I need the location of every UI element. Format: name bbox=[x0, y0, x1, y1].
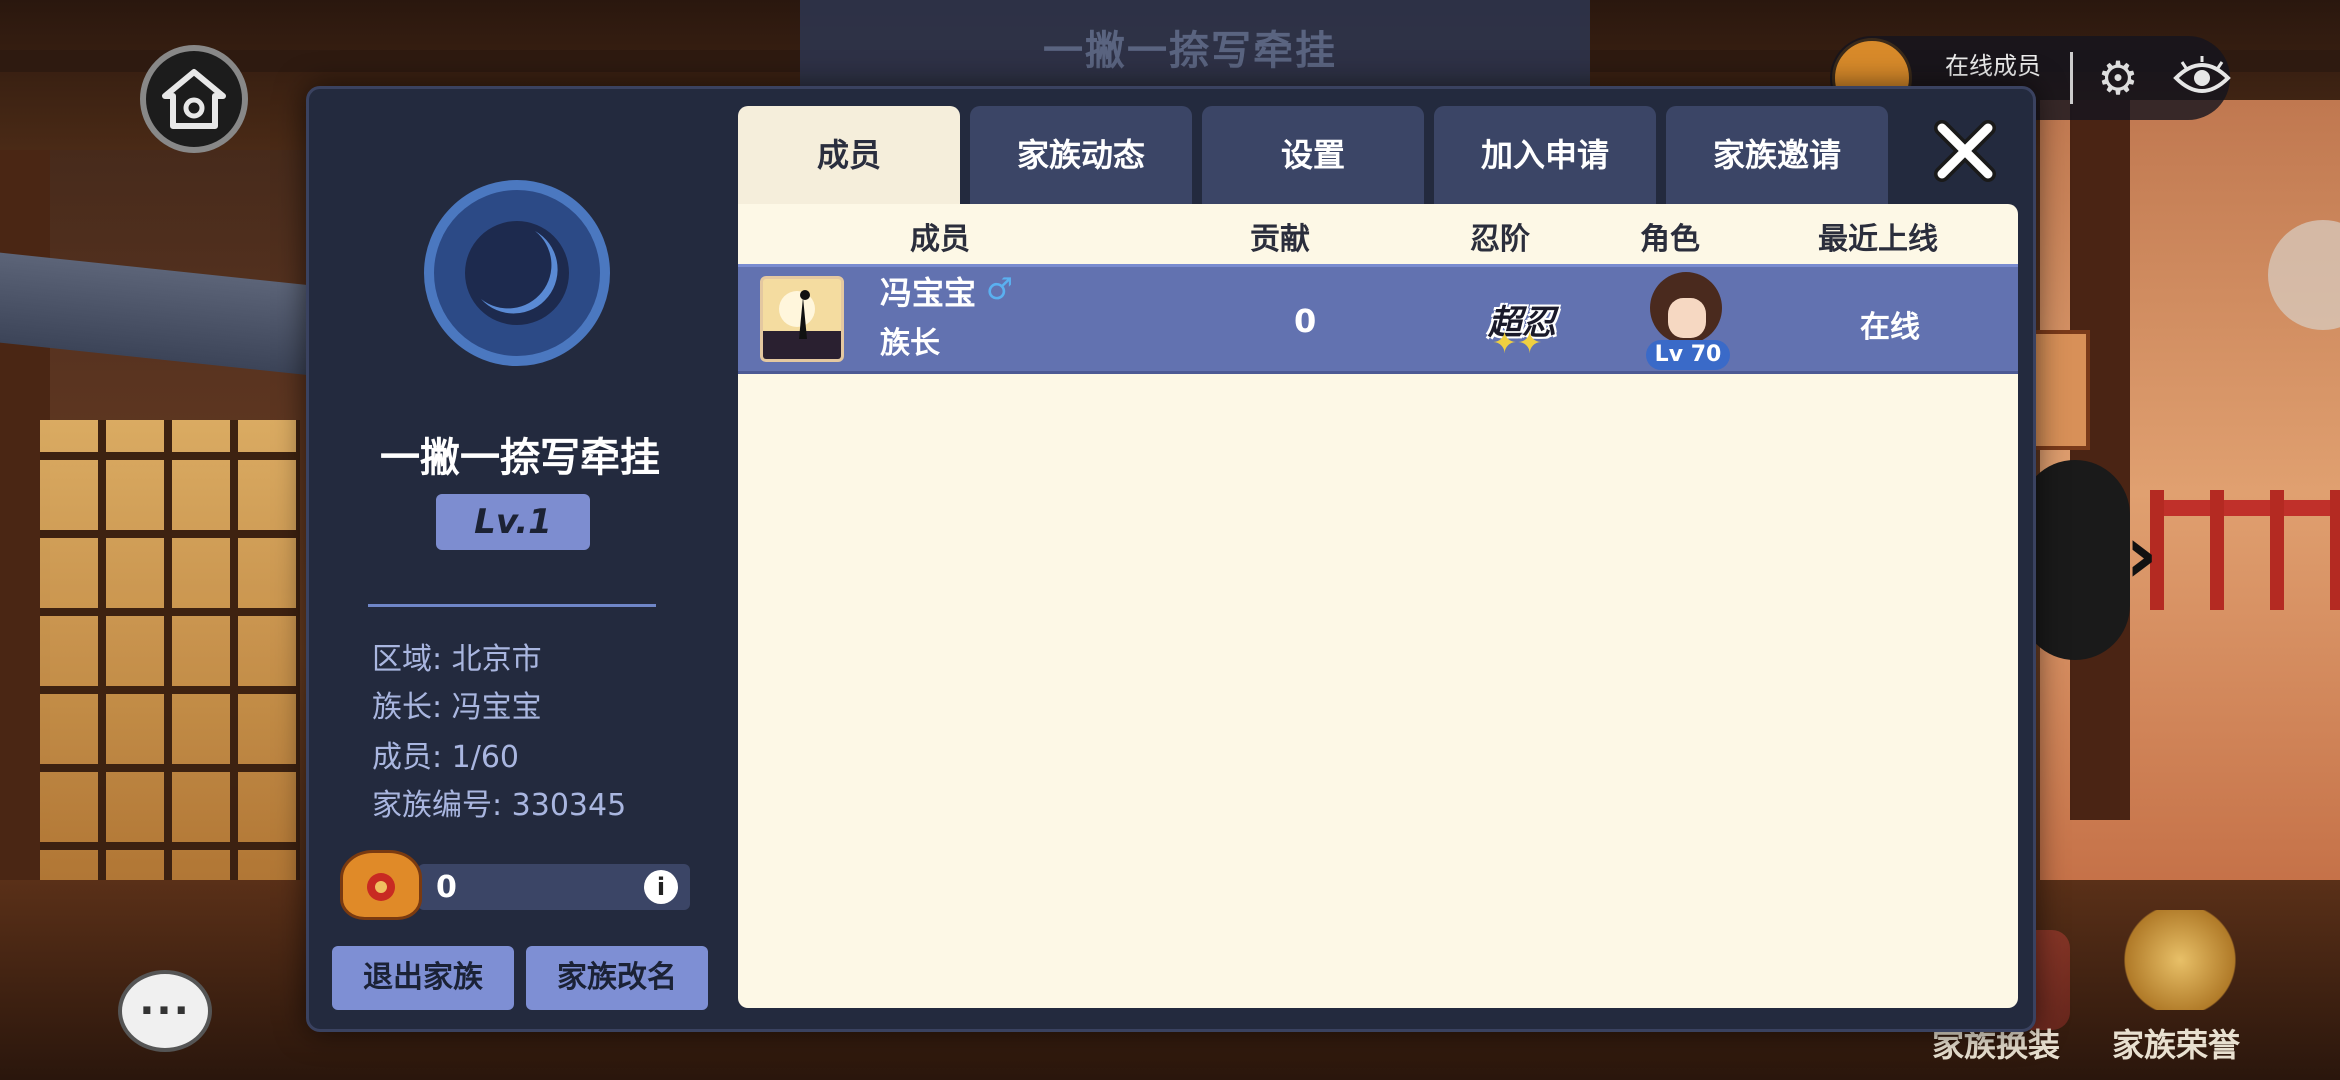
arrow-right-icon[interactable]: › bbox=[2125, 515, 2175, 595]
money-bag-icon bbox=[340, 850, 422, 920]
trophy-icon[interactable] bbox=[2120, 910, 2240, 1010]
clan-id: 家族编号: 330345 bbox=[372, 788, 627, 823]
clan-member-count: 成员: 1/60 bbox=[372, 740, 520, 775]
clan-region: 区域: 北京市 bbox=[372, 642, 542, 677]
header-member: 成员 bbox=[910, 222, 970, 257]
red-bridge bbox=[2150, 490, 2340, 610]
character-face bbox=[1668, 298, 1706, 338]
honor-label[interactable]: 家族荣誉 bbox=[2112, 1020, 2240, 1066]
member-name: 冯宝宝 bbox=[880, 274, 977, 312]
chat-icon[interactable]: ··· bbox=[118, 970, 212, 1052]
info-divider bbox=[368, 604, 656, 607]
clan-leader: 族长: 冯宝宝 bbox=[372, 690, 542, 725]
house-icon bbox=[162, 69, 226, 129]
clan-name: 一撇一捺写牵挂 bbox=[380, 435, 660, 481]
info-icon[interactable]: i bbox=[644, 870, 678, 904]
banner-title: 一撇一捺写牵挂 bbox=[1043, 28, 1337, 74]
tab-clan-invites[interactable]: 家族邀请 bbox=[1666, 106, 1888, 204]
clan-level-badge: Lv.1 bbox=[436, 494, 590, 550]
tab-clan-activity[interactable]: 家族动态 bbox=[970, 106, 1192, 204]
male-icon: ♂ bbox=[986, 272, 1013, 307]
shoji-screen bbox=[40, 420, 300, 920]
online-members-label: 在线成员 bbox=[1945, 52, 2041, 80]
member-role: 族长 bbox=[880, 326, 940, 361]
close-icon bbox=[1934, 120, 1996, 182]
rename-clan-button[interactable]: 家族改名 bbox=[526, 946, 708, 1010]
crescent-icon bbox=[465, 221, 569, 325]
status-divider bbox=[2070, 52, 2073, 104]
side-bubble bbox=[2020, 460, 2130, 660]
tab-settings[interactable]: 设置 bbox=[1202, 106, 1424, 204]
member-last-online: 在线 bbox=[1860, 310, 1920, 345]
home-button[interactable] bbox=[140, 45, 248, 153]
tab-join-requests[interactable]: 加入申请 bbox=[1434, 106, 1656, 204]
eye-icon[interactable] bbox=[2172, 50, 2232, 106]
character-level: Lv 70 bbox=[1646, 340, 1730, 370]
clan-funds-value: 0 bbox=[436, 870, 457, 905]
member-contribution: 0 bbox=[1294, 302, 1317, 340]
tab-members[interactable]: 成员 bbox=[738, 106, 960, 208]
header-rank: 忍阶 bbox=[1470, 222, 1530, 257]
avatar[interactable] bbox=[760, 276, 844, 362]
header-last-online: 最近上线 bbox=[1818, 222, 1938, 257]
sparkle-icon: ✦✦ bbox=[1492, 326, 1543, 361]
gear-icon[interactable]: ⚙ bbox=[2090, 50, 2146, 106]
header-character: 角色 bbox=[1640, 222, 1700, 257]
header-contribution: 贡献 bbox=[1250, 222, 1310, 257]
leave-clan-button[interactable]: 退出家族 bbox=[332, 946, 514, 1010]
close-button[interactable] bbox=[1932, 118, 1998, 184]
clan-emblem bbox=[424, 180, 610, 366]
